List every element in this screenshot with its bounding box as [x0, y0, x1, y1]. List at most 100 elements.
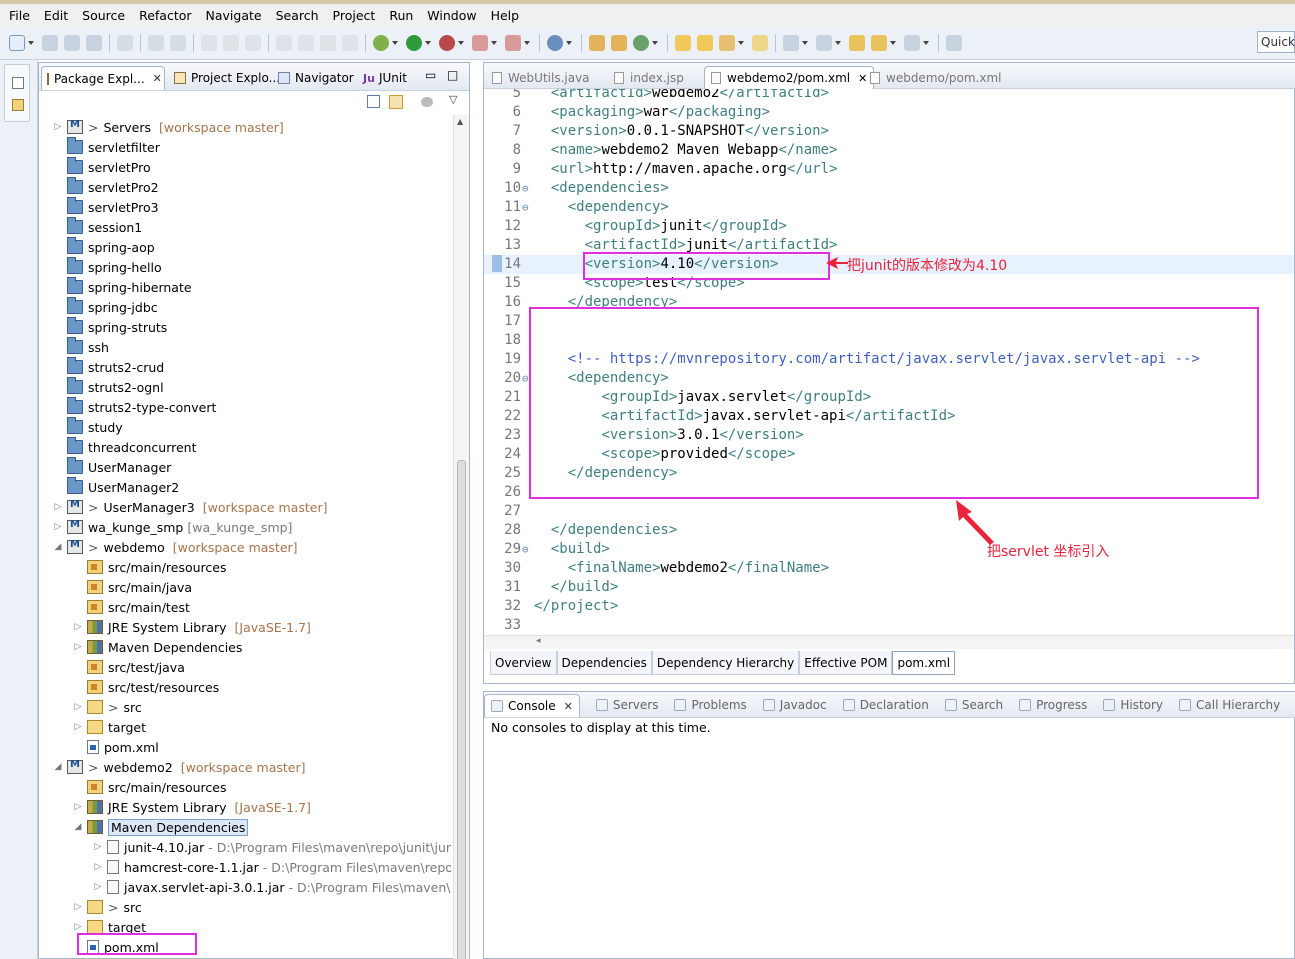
- tree-item[interactable]: src/main/resources: [73, 777, 226, 797]
- step-icon[interactable]: [245, 34, 261, 51]
- collapse-all-icon[interactable]: [367, 95, 380, 108]
- jar-item[interactable]: ▷ hamcrest-core-1.1.jar - D:\Program Files…: [93, 857, 451, 877]
- menu-window[interactable]: Window: [420, 8, 483, 23]
- expanded-twisty-icon[interactable]: ◢: [73, 822, 83, 832]
- fold-toggle-icon[interactable]: ⊖: [522, 369, 529, 388]
- resume-icon[interactable]: [276, 34, 292, 51]
- print-icon[interactable]: [86, 34, 102, 51]
- editor-tab-webutils-java[interactable]: WebUtils.java: [486, 66, 590, 89]
- tree-item[interactable]: ◢ >webdemo [workspace master]: [53, 537, 298, 557]
- save-icon[interactable]: [42, 34, 58, 51]
- jar-item[interactable]: ▷ junit-4.10.jar - D:\Program Files\maven\…: [93, 837, 451, 857]
- expanded-twisty-icon[interactable]: ◢: [53, 762, 63, 772]
- fold-toggle-icon[interactable]: ⊖: [522, 179, 529, 198]
- subtab-dependency-hierarchy[interactable]: Dependency Hierarchy: [651, 651, 800, 675]
- suspend-icon[interactable]: [298, 34, 314, 51]
- tree-item[interactable]: struts2-type-convert: [53, 397, 216, 417]
- tab-search[interactable]: Search: [939, 698, 1003, 712]
- collapsed-twisty-icon[interactable]: ▷: [93, 882, 103, 892]
- collapsed-twisty-icon[interactable]: ▷: [73, 722, 83, 732]
- collapsed-twisty-icon[interactable]: ▷: [53, 502, 63, 512]
- tab-javadoc[interactable]: Javadoc: [757, 698, 827, 712]
- open-task-icon[interactable]: [170, 34, 186, 51]
- menu-file[interactable]: File: [2, 8, 37, 23]
- save-all-icon[interactable]: [64, 34, 80, 51]
- tab-package-explorer[interactable]: Package Expl... ✕: [41, 66, 165, 90]
- tab-servers[interactable]: Servers: [590, 698, 658, 712]
- run-icon[interactable]: [406, 34, 422, 51]
- tree-item[interactable]: ◢ Maven Dependencies: [73, 817, 249, 837]
- jar-item[interactable]: ▷ javax.servlet-api-3.0.1.jar - D:\Program…: [93, 877, 451, 897]
- tree-item[interactable]: src/test/resources: [73, 677, 219, 697]
- tree-item[interactable]: ▷ >UserManager3 [workspace master]: [53, 497, 328, 517]
- editor-tab-webdemo2-pom-xml[interactable]: webdemo2/pom.xml ✕: [704, 66, 875, 89]
- tree-item[interactable]: spring-hibernate: [53, 277, 192, 297]
- menu-run[interactable]: Run: [382, 8, 420, 23]
- next-annotation-icon[interactable]: [783, 34, 799, 51]
- coverage-icon[interactable]: [505, 34, 521, 51]
- disconnect-icon[interactable]: [342, 34, 358, 51]
- subtab-overview[interactable]: Overview: [490, 651, 557, 675]
- collapsed-twisty-icon[interactable]: ▷: [73, 802, 83, 812]
- new-icon[interactable]: [9, 34, 25, 51]
- tab-history[interactable]: History: [1097, 698, 1163, 712]
- close-icon[interactable]: ✕: [564, 700, 573, 713]
- menu-project[interactable]: Project: [326, 8, 383, 23]
- collapsed-twisty-icon[interactable]: ▷: [73, 642, 83, 652]
- stop-server-icon[interactable]: [472, 34, 488, 51]
- link-with-editor-icon[interactable]: [389, 95, 403, 109]
- menu-help[interactable]: Help: [484, 8, 527, 23]
- tree-item[interactable]: UserManager: [53, 457, 171, 477]
- menu-navigate[interactable]: Navigate: [199, 8, 269, 23]
- menu-search[interactable]: Search: [269, 8, 326, 23]
- tree-item[interactable]: struts2-ognl: [53, 377, 164, 397]
- menu-refactor[interactable]: Refactor: [132, 8, 198, 23]
- annotation-icon[interactable]: [752, 34, 768, 51]
- menu-edit[interactable]: Edit: [37, 8, 75, 23]
- scroll-left-icon[interactable]: ◂: [536, 636, 541, 646]
- quick-access-input[interactable]: Quick: [1257, 31, 1295, 53]
- tree-item[interactable]: src/test/java: [73, 657, 185, 677]
- tree-item[interactable]: study: [53, 417, 123, 437]
- tree-item[interactable]: servletPro3: [53, 197, 159, 217]
- restore-icon[interactable]: [12, 77, 24, 89]
- tab-problems[interactable]: Problems: [668, 698, 747, 712]
- tree-item[interactable]: session1: [53, 217, 142, 237]
- back-icon[interactable]: [871, 34, 887, 51]
- redo-icon[interactable]: [223, 34, 239, 51]
- editor-tab-index-jsp[interactable]: index.jsp: [608, 66, 684, 89]
- tree-item[interactable]: spring-aop: [53, 237, 155, 257]
- close-icon[interactable]: ✕: [153, 72, 162, 85]
- open-type-icon[interactable]: [148, 34, 164, 51]
- tree-item[interactable]: ssh: [53, 337, 109, 357]
- collapsed-twisty-icon[interactable]: ▷: [73, 702, 83, 712]
- subtab-dependencies[interactable]: Dependencies: [556, 651, 652, 675]
- search-icon[interactable]: [547, 34, 563, 51]
- tree-item[interactable]: ▷ Maven Dependencies: [73, 637, 243, 657]
- collapsed-twisty-icon[interactable]: ▷: [53, 522, 63, 532]
- tree-item[interactable]: src/main/test: [73, 597, 190, 617]
- open-folder-icon[interactable]: [675, 34, 691, 51]
- tab-console[interactable]: Console ✕: [484, 693, 580, 717]
- terminate-icon[interactable]: [320, 34, 336, 51]
- collapsed-twisty-icon[interactable]: ▷: [73, 902, 83, 912]
- run-external-icon[interactable]: [439, 34, 455, 51]
- tree-item[interactable]: servletPro: [53, 157, 151, 177]
- undo-icon[interactable]: [201, 34, 217, 51]
- git-icon[interactable]: [12, 99, 24, 111]
- tab-declaration[interactable]: Declaration: [837, 698, 929, 712]
- explorer-scrollbar[interactable]: ▲: [453, 115, 469, 959]
- tab-junit[interactable]: Ju JUnit: [357, 66, 407, 90]
- subtab-effective-pom[interactable]: Effective POM: [799, 651, 893, 675]
- filters-icon[interactable]: [421, 97, 433, 107]
- tree-item[interactable]: ▷ > src: [73, 897, 142, 917]
- open-file-icon[interactable]: [697, 34, 713, 51]
- tab-progress[interactable]: Progress: [1013, 698, 1087, 712]
- fold-toggle-icon[interactable]: ⊖: [522, 198, 529, 217]
- prev-annotation-icon[interactable]: [816, 34, 832, 51]
- tab-debug[interactable]: Debug: [1290, 698, 1295, 712]
- tree-item[interactable]: ▷ JRE System Library [JavaSE-1.7]: [73, 617, 311, 637]
- new-package-icon[interactable]: [589, 34, 605, 51]
- editor-hscrollbar[interactable]: ◂: [484, 635, 1294, 649]
- tree-item[interactable]: ◢ >webdemo2 [workspace master]: [53, 757, 306, 777]
